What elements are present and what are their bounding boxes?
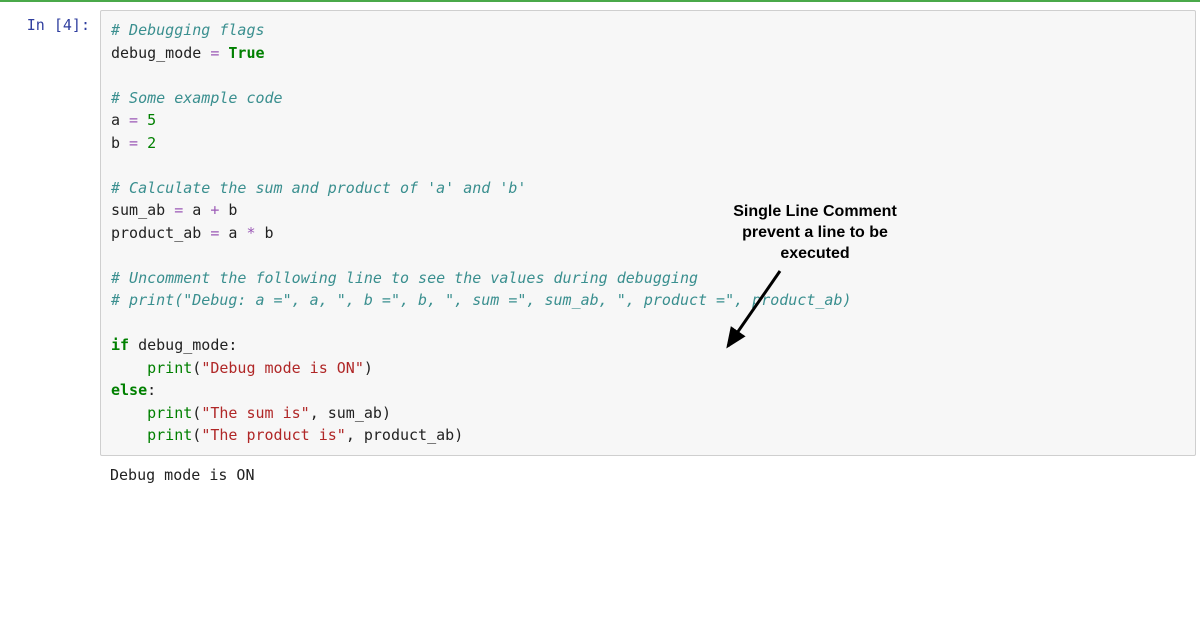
annotation-line3: executed (690, 244, 940, 265)
stdout-output: Debug mode is ON (100, 462, 265, 488)
code-cell: In [4]: # Debugging flags debug_mode = T… (0, 2, 1200, 456)
input-prompt: In [4]: (0, 10, 100, 34)
code-input[interactable]: # Debugging flags debug_mode = True # So… (100, 10, 1196, 456)
callout-annotation: Single Line Comment prevent a line to be… (690, 202, 940, 264)
comment-line: # Uncomment the following line to see th… (111, 269, 698, 287)
comment-line: # Calculate the sum and product of 'a' a… (111, 179, 526, 197)
output-prompt-spacer (0, 462, 100, 488)
output-cell: Debug mode is ON (0, 462, 1200, 488)
annotation-line2: prevent a line to be (690, 223, 940, 244)
annotation-line1: Single Line Comment (690, 202, 940, 223)
prompt-label: In [4]: (27, 16, 90, 34)
comment-line: # Some example code (111, 89, 283, 107)
comment-line: # Debugging flags (111, 21, 265, 39)
arrow-icon (710, 266, 830, 356)
